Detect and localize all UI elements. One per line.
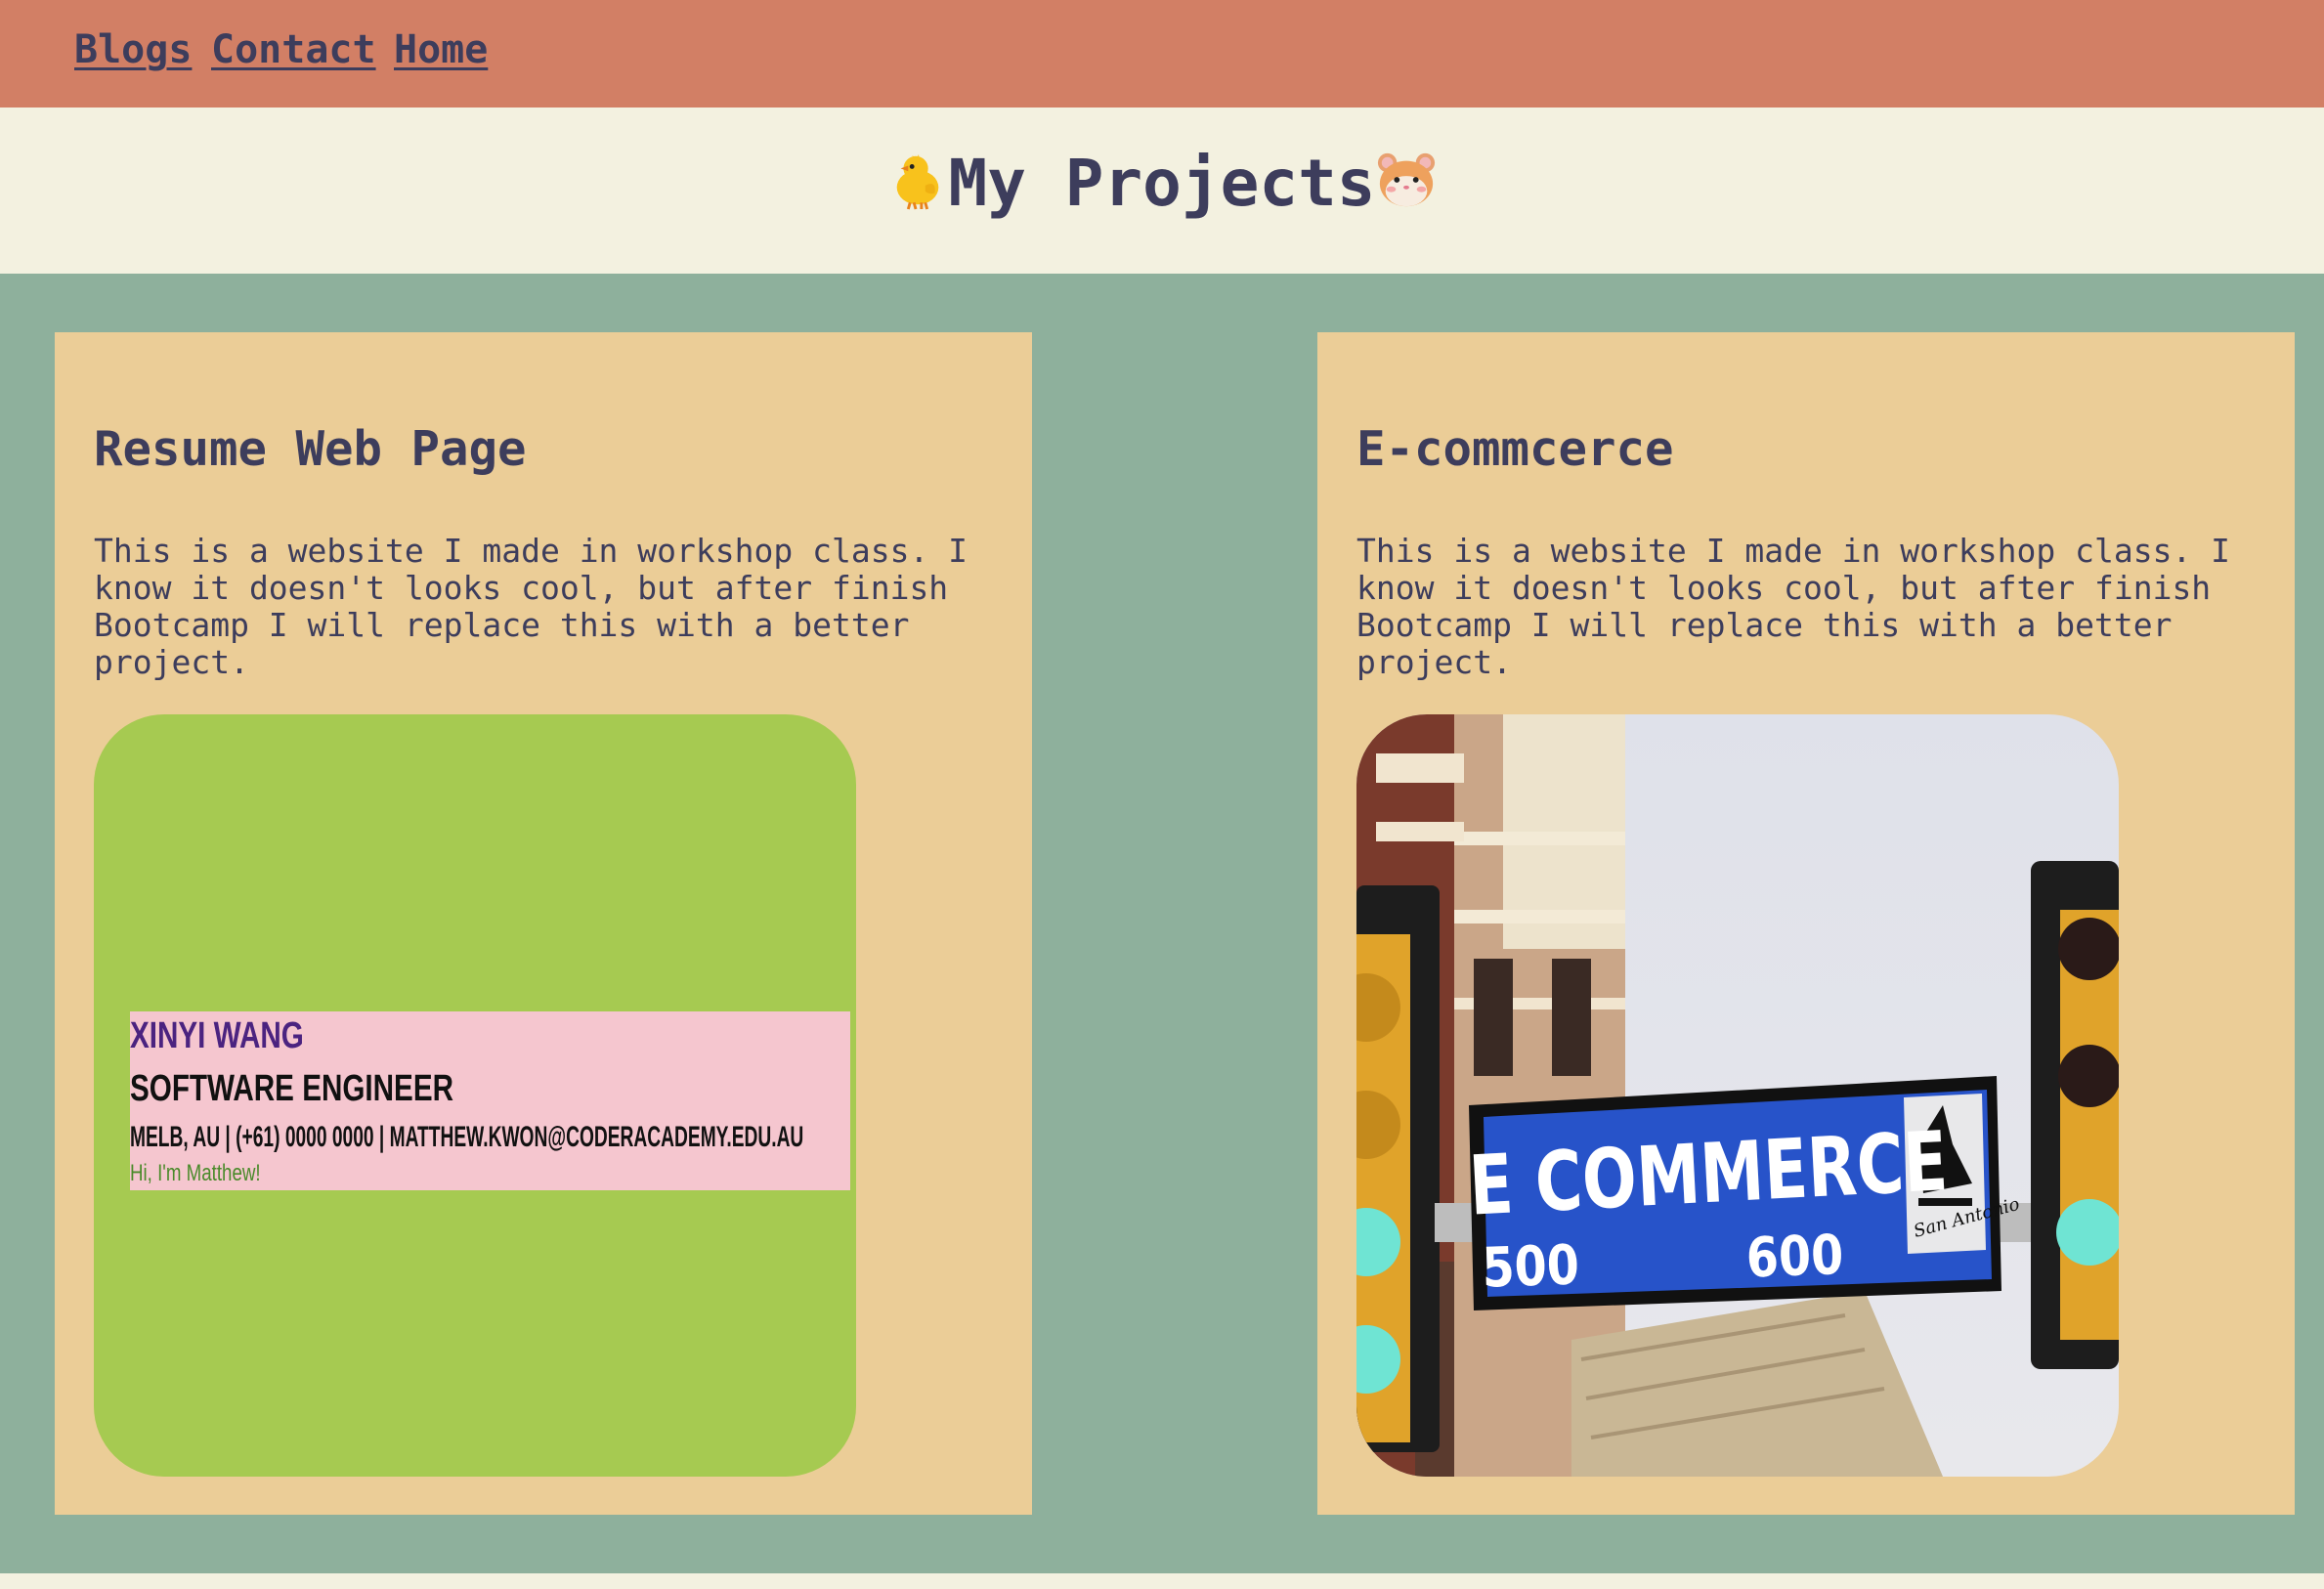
hamster-emoji-icon [1377,152,1435,207]
project-preview-image[interactable]: XINYI WANG SOFTWARE ENGINEER MELB, AU | … [94,714,856,1477]
nav-link-home[interactable]: Home [394,27,488,72]
resume-preview-greeting: Hi, I'm Matthew! [130,1160,261,1186]
sign-left-number: 500 [1481,1234,1580,1301]
project-title: E-commcerce [1356,421,1674,477]
page-title-text: My Projects [948,146,1376,221]
projects-section: Resume Web Page This is a website I made… [0,274,2324,1573]
project-card-resume: Resume Web Page This is a website I made… [55,332,1032,1515]
project-card-ecommerce: E-commcerce This is a website I made in … [1317,332,2295,1515]
resume-preview-name: XINYI WANG [130,1015,304,1056]
top-nav: Blogs Contact Home [0,0,2324,107]
resume-preview-banner: XINYI WANG SOFTWARE ENGINEER MELB, AU | … [130,1011,850,1190]
nav-link-contact[interactable]: Contact [211,27,376,72]
street-sign-photo: E COMMERCE 500 600 San Antonio [1356,714,2119,1477]
project-description: This is a website I made in workshop cla… [1356,532,2231,681]
project-title: Resume Web Page [94,421,527,477]
nav-link-blogs[interactable]: Blogs [74,27,192,72]
page-title: My Projects [0,151,2324,218]
resume-preview-contact: MELB, AU | (+61) 0000 0000 | MATTHEW.KWO… [130,1121,804,1153]
project-preview-image[interactable]: E COMMERCE 500 600 San Antonio [1356,714,2119,1477]
project-description: This is a website I made in workshop cla… [94,532,968,681]
resume-preview-role: SOFTWARE ENGINEER [130,1068,454,1109]
hero-section: My Projects [0,107,2324,274]
sign-right-number: 600 [1745,1224,1845,1290]
chick-emoji-icon [897,153,939,210]
